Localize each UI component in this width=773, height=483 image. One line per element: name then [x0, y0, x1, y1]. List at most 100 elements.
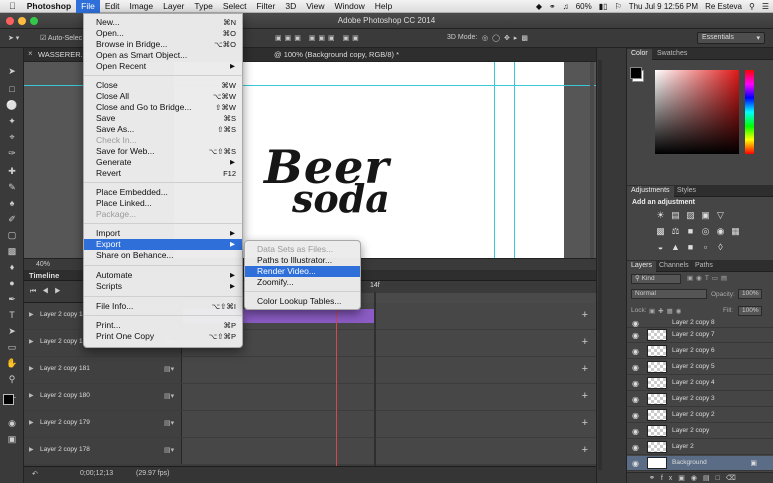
eye-icon[interactable]: ◉ — [632, 379, 639, 388]
menu-item-open[interactable]: Open... ⌘O — [84, 28, 242, 39]
chevron-right-icon[interactable]: ▶ — [29, 338, 34, 345]
menu-item-paths-to-illustrator[interactable]: Paths to Illustrator... — [245, 255, 360, 266]
chevron-right-icon[interactable]: ▶ — [29, 392, 34, 399]
tab-channels[interactable]: Channels — [655, 261, 693, 270]
zoom-level[interactable]: 40% — [36, 261, 50, 268]
flag-icon[interactable]: ⚐ — [615, 2, 622, 11]
layer-row[interactable]: ◉ Layer 2 copy 8 — [627, 319, 773, 328]
menu-help[interactable]: Help — [370, 0, 397, 13]
dodge-tool-icon[interactable]: ● — [4, 278, 20, 289]
film-icon[interactable]: ▤▾ — [164, 392, 174, 400]
black-white-icon[interactable]: ■ — [685, 226, 696, 236]
layer-action-icons[interactable]: ⚭fx▣◉▤□⌫ — [649, 474, 742, 482]
foreground-color-swatch[interactable] — [3, 394, 14, 405]
crop-tool-icon[interactable]: ⌖ — [4, 132, 20, 143]
path-select-tool-icon[interactable]: ➤ — [4, 326, 20, 337]
selective-color-icon[interactable]: ◊ — [715, 242, 726, 252]
menu-layer[interactable]: Layer — [158, 0, 189, 13]
menu-item-print[interactable]: Print... ⌘P — [84, 320, 242, 331]
tab-styles[interactable]: Styles — [673, 186, 700, 195]
eye-icon[interactable]: ◉ — [632, 395, 639, 404]
quick-mask-icon[interactable]: ◉ — [4, 418, 20, 429]
move-tool-icon[interactable]: ➤ ▾ — [8, 34, 19, 42]
guide-vertical[interactable] — [514, 62, 515, 258]
menu-item-revert[interactable]: Revert F12 — [84, 168, 242, 179]
zoom-tool-icon[interactable]: ⚲ — [4, 374, 20, 385]
fill-field[interactable]: 100% — [738, 306, 762, 316]
canvas-scrollbar[interactable] — [590, 62, 594, 258]
menu-view[interactable]: View — [301, 0, 329, 13]
timeline-track[interactable]: ▶ Layer 2 copy 181 ▤▾ + — [24, 357, 596, 383]
eye-icon[interactable]: ◉ — [632, 411, 639, 420]
marquee-tool-icon[interactable]: □ — [4, 84, 20, 95]
tab-layers[interactable]: Layers — [627, 261, 657, 272]
clock[interactable]: Thu Jul 9 12:56 PM — [629, 2, 698, 11]
auto-select-checkbox[interactable]: ☑ Auto-Selec — [40, 34, 82, 42]
eye-icon[interactable]: ◉ — [632, 331, 639, 340]
menu-item-print-one-copy[interactable]: Print One Copy ⌥⇧⌘P — [84, 331, 242, 342]
color-lookup-icon[interactable]: ▦ — [730, 226, 741, 236]
playhead[interactable] — [336, 292, 337, 466]
threshold-icon[interactable]: ■ — [685, 242, 696, 252]
playback-buttons[interactable]: ⏮◀▶ — [30, 288, 67, 296]
blur-tool-icon[interactable]: ♦ — [4, 262, 20, 273]
magic-wand-tool-icon[interactable]: ✦ — [4, 116, 20, 127]
layer-row[interactable]: ◉ Layer 2 copy 2 — [627, 408, 773, 423]
menu-window[interactable]: Window — [330, 0, 370, 13]
hand-tool-icon[interactable]: ✋ — [4, 358, 20, 369]
layer-row[interactable]: ◉ Layer 2 copy — [627, 424, 773, 439]
menu-item-save-for-web[interactable]: Save for Web... ⌥⇧⌘S — [84, 146, 242, 157]
eye-icon[interactable]: ◉ — [632, 347, 639, 356]
blend-mode-select[interactable]: Normal — [631, 289, 707, 299]
menu-item-file-info[interactable]: File Info... ⌥⇧⌘I — [84, 301, 242, 312]
menu-item-export[interactable]: Export ▶ — [84, 239, 242, 250]
apple-icon[interactable]:  — [0, 0, 22, 13]
menu-item-share-behance[interactable]: Share on Behance... — [84, 250, 242, 261]
film-icon[interactable]: ▤▾ — [164, 365, 174, 373]
menu-item-import[interactable]: Import ▶ — [84, 228, 242, 239]
menu-item-open-smart-object[interactable]: Open as Smart Object... — [84, 50, 242, 61]
brush-tool-icon[interactable]: ✎ — [4, 182, 20, 193]
menu-item-close-all[interactable]: Close All ⌥⌘W — [84, 91, 242, 102]
menu-item-render-video[interactable]: Render Video... — [245, 266, 360, 277]
eye-icon[interactable]: ◉ — [632, 459, 639, 468]
film-icon[interactable]: ▤▾ — [164, 446, 174, 454]
eye-icon[interactable]: ◉ — [632, 427, 639, 436]
chevron-right-icon[interactable]: ▶ — [29, 311, 34, 318]
user-name[interactable]: Re Esteva — [705, 2, 742, 11]
layer-row[interactable]: ◉ Layer 2 copy 5 — [627, 360, 773, 375]
menu-item-generate[interactable]: Generate ▶ — [84, 157, 242, 168]
pen-tool-icon[interactable]: ✒ — [4, 294, 20, 305]
plus-icon[interactable]: + — [582, 444, 588, 456]
screen-mode-icon[interactable]: ▣ — [4, 434, 20, 445]
plus-icon[interactable]: + — [582, 390, 588, 402]
layer-filter-select[interactable]: ⚲ Kind — [631, 274, 681, 284]
menu-item-place-embedded[interactable]: Place Embedded... — [84, 187, 242, 198]
panel-scrollbar[interactable] — [598, 60, 602, 470]
type-tool-icon[interactable]: T — [4, 310, 20, 321]
menu-item-new[interactable]: New... ⌘N — [84, 17, 242, 28]
color-field[interactable] — [655, 70, 739, 154]
undo-icon[interactable]: ↶ — [32, 470, 38, 478]
invert-icon[interactable]: ◒ — [655, 242, 666, 252]
workspace-select[interactable]: Essentials ▾ — [697, 32, 765, 44]
work-area-end[interactable] — [374, 292, 376, 466]
plus-icon[interactable]: + — [582, 336, 588, 348]
menu-type[interactable]: Type — [189, 0, 217, 13]
lock-icon[interactable]: ▣ — [750, 459, 757, 467]
menu-item-open-recent[interactable]: Open Recent ▶ — [84, 61, 242, 72]
gradient-map-icon[interactable]: ▫ — [700, 242, 711, 252]
menu-select[interactable]: Select — [218, 0, 252, 13]
eyedropper-tool-icon[interactable]: ✑ — [4, 148, 20, 159]
shape-tool-icon[interactable]: ▭ — [4, 342, 20, 353]
menu-item-automate[interactable]: Automate ▶ — [84, 270, 242, 281]
film-icon[interactable]: ▤▾ — [164, 419, 174, 427]
list-icon[interactable]: ☰ — [762, 2, 769, 11]
menu-item-zoomify[interactable]: Zoomify... — [245, 277, 360, 288]
layer-row[interactable]: ◉ Layer 2 copy 6 — [627, 344, 773, 359]
menu-3d[interactable]: 3D — [280, 0, 301, 13]
layer-row[interactable]: ◉ Layer 2 copy 4 — [627, 376, 773, 391]
levels-icon[interactable]: ▤ — [670, 210, 681, 220]
lasso-tool-icon[interactable]: ⚪ — [4, 100, 20, 111]
dropbox-icon[interactable]: ◆ — [536, 2, 542, 11]
